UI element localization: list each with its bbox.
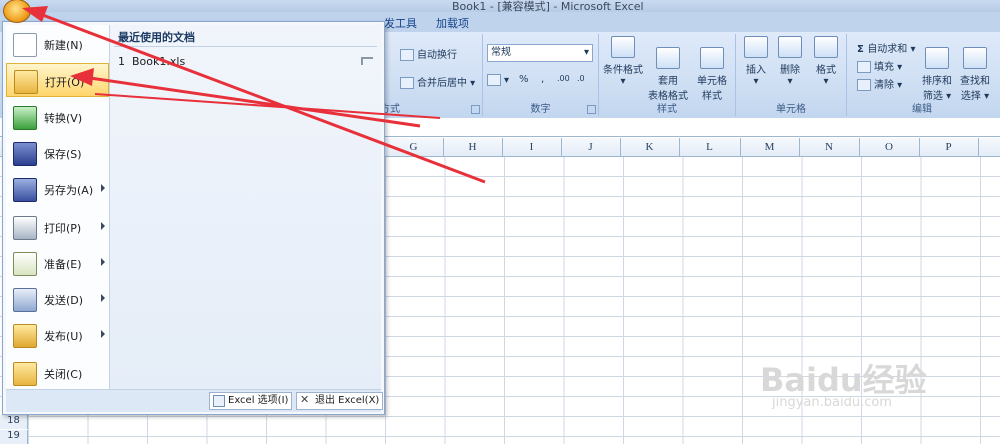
red-arrow bbox=[94, 93, 441, 119]
red-arrow bbox=[22, 6, 486, 184]
red-arrow bbox=[70, 68, 421, 128]
annotation-arrows bbox=[22, 6, 486, 184]
